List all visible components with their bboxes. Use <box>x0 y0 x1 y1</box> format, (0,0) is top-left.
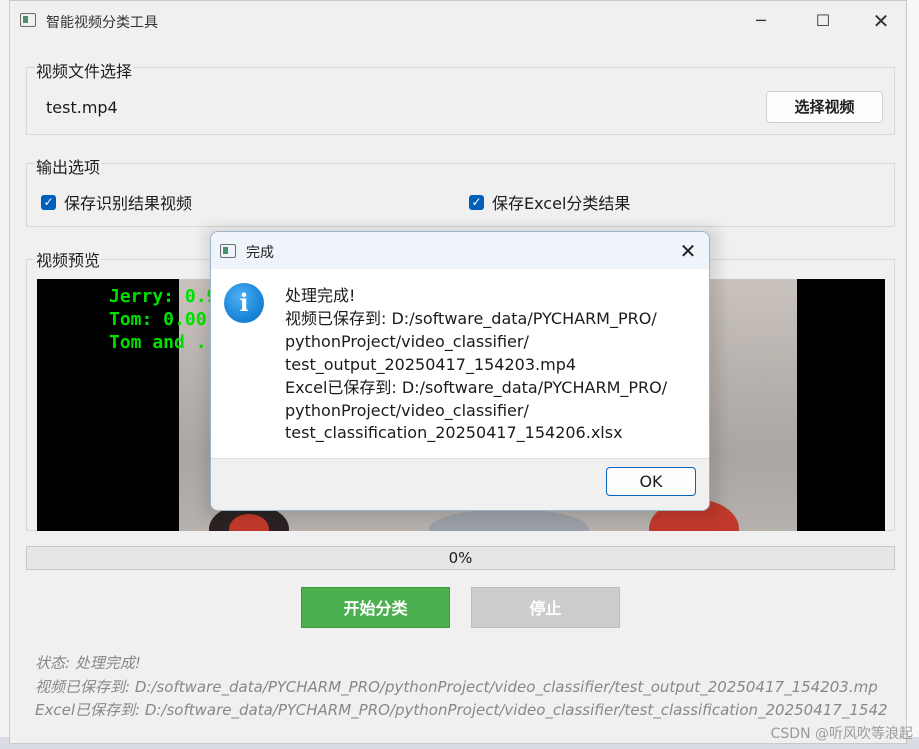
file-selection-title: 视频文件选择 <box>35 58 134 82</box>
desktop-background-right <box>907 0 919 749</box>
title-bar[interactable]: 智能视频分类工具 ─ ☐ ✕ <box>10 1 906 41</box>
preview-title: 视频预览 <box>35 247 102 271</box>
minimize-button[interactable]: ─ <box>738 1 784 41</box>
overlay-text-line: Tom: 0.00 <box>109 309 207 330</box>
stop-button[interactable]: 停止 <box>471 587 620 628</box>
output-options-title: 输出选项 <box>35 154 102 178</box>
dialog-message-line: pythonProject/video_classifier/ <box>285 331 529 351</box>
file-selection-group <box>26 67 895 135</box>
dialog-message: 处理完成! 视频已保存到: D:/software_data/PYCHARM_P… <box>285 285 667 445</box>
save-video-checkbox[interactable]: ✓ <box>41 194 56 210</box>
window-title: 智能视频分类工具 <box>46 15 158 31</box>
progress-bar: 0% <box>26 546 895 570</box>
dialog-message-line: test_classification_20250417_154206.xlsx <box>285 423 623 443</box>
ok-button[interactable]: OK <box>606 467 696 496</box>
save-excel-checkbox[interactable]: ✓ <box>469 194 484 210</box>
completion-dialog: 完成 ✕ i 处理完成! 视频已保存到: D:/software_data/PY… <box>210 231 710 511</box>
save-excel-option[interactable]: ✓ 保存Excel分类结果 <box>469 192 631 213</box>
dialog-title-bar[interactable]: 完成 ✕ <box>211 232 709 269</box>
info-icon: i <box>224 283 264 323</box>
save-excel-label: 保存Excel分类结果 <box>492 194 631 213</box>
dialog-message-line: 视频已保存到: D:/software_data/PYCHARM_PRO/ <box>285 308 657 328</box>
dialog-title: 完成 <box>246 245 274 261</box>
dialog-close-button[interactable]: ✕ <box>673 236 703 266</box>
video-saved-path-text: 视频已保存到: D:/software_data/PYCHARM_PRO/pyt… <box>35 678 878 696</box>
choose-video-button[interactable]: 选择视频 <box>766 91 883 123</box>
dialog-message-line: 处理完成! <box>285 286 356 305</box>
dialog-app-icon <box>220 244 236 258</box>
progress-text: 0% <box>448 549 473 567</box>
save-video-label: 保存识别结果视频 <box>64 194 193 213</box>
dialog-message-line: pythonProject/video_classifier/ <box>285 400 529 420</box>
dialog-message-line: Excel已保存到: D:/software_data/PYCHARM_PRO/ <box>285 377 668 397</box>
status-text: 状态: 处理完成! <box>35 654 141 672</box>
selected-file-label: test.mp4 <box>46 98 118 117</box>
save-video-option[interactable]: ✓ 保存识别结果视频 <box>41 192 193 213</box>
dialog-message-line: test_output_20250417_154203.mp4 <box>285 354 577 374</box>
maximize-button[interactable]: ☐ <box>800 1 846 41</box>
start-classify-button[interactable]: 开始分类 <box>301 587 450 628</box>
close-button[interactable]: ✕ <box>858 1 904 41</box>
app-icon <box>20 13 36 27</box>
excel-saved-path-text: Excel已保存到: D:/software_data/PYCHARM_PRO/… <box>35 701 888 719</box>
watermark: CSDN @听风吹等浪起 <box>770 726 913 742</box>
